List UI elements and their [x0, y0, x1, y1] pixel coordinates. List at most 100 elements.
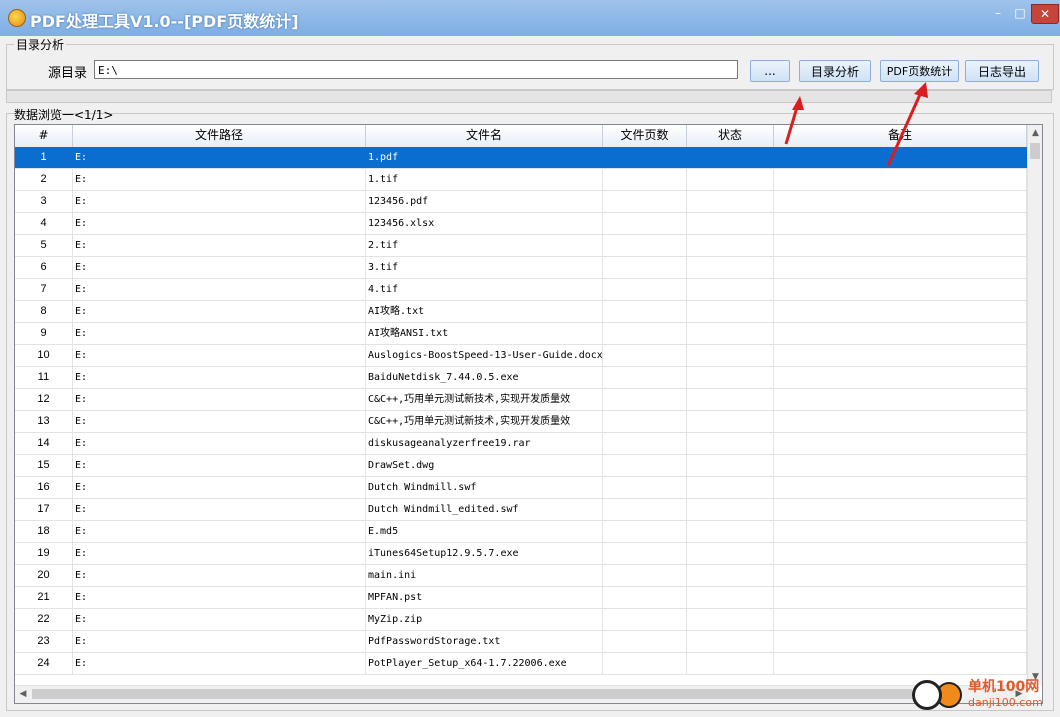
vertical-scrollbar[interactable]: ▲ ▼	[1027, 125, 1042, 685]
cell-filename: 123456.pdf	[366, 191, 603, 212]
data-browse-legend: 数据浏览一<1/1>	[14, 108, 114, 122]
horizontal-scroll-thumb[interactable]	[32, 689, 912, 699]
cell-pages	[603, 323, 687, 344]
cell-path: E:	[73, 191, 366, 212]
cell-path: E:	[73, 587, 366, 608]
cell-path: E:	[73, 323, 366, 344]
cell-path: E:	[73, 565, 366, 586]
cell-path: E:	[73, 301, 366, 322]
table-row[interactable]: 16 E: Dutch Windmill.swf	[15, 477, 1027, 499]
cell-index: 13	[15, 411, 73, 432]
cell-index: 4	[15, 213, 73, 234]
table-body: 1 E: 1.pdf 2 E: 1.tif 3 E: 123456.pdf 4 E: 123456.x…	[15, 147, 1027, 675]
cell-status	[687, 301, 774, 322]
cell-remark	[774, 631, 1027, 652]
table-row[interactable]: 21 E: MPFAN.pst	[15, 587, 1027, 609]
close-icon: ✕	[1039, 7, 1051, 21]
table-row[interactable]: 6 E: 3.tif	[15, 257, 1027, 279]
cell-remark	[774, 389, 1027, 410]
table-row[interactable]: 9 E: AI攻略ANSI.txt	[15, 323, 1027, 345]
cell-path: E:	[73, 257, 366, 278]
cell-pages	[603, 609, 687, 630]
cell-pages	[603, 631, 687, 652]
table-row[interactable]: 13 E: C&C++,巧用单元测试新技术,实现开发质量效	[15, 411, 1027, 433]
cell-status	[687, 455, 774, 476]
cell-pages	[603, 169, 687, 190]
table-row[interactable]: 5 E: 2.tif	[15, 235, 1027, 257]
table-row[interactable]: 2 E: 1.tif	[15, 169, 1027, 191]
scroll-left-icon[interactable]: ◀	[15, 686, 31, 703]
table-row[interactable]: 11 E: BaiduNetdisk_7.44.0.5.exe	[15, 367, 1027, 389]
cell-status	[687, 147, 774, 168]
title-bar: PDF处理工具V1.0--[PDF页数统计] – □ ✕	[0, 0, 1060, 36]
cell-filename: 4.tif	[366, 279, 603, 300]
log-export-button[interactable]: 日志导出	[965, 60, 1039, 82]
cell-path: E:	[73, 455, 366, 476]
cell-path: E:	[73, 609, 366, 630]
cell-index: 2	[15, 169, 73, 190]
column-header-remark[interactable]: 备注	[774, 125, 1027, 147]
cell-path: E:	[73, 235, 366, 256]
table-row[interactable]: 18 E: E.md5	[15, 521, 1027, 543]
cell-path: E:	[73, 631, 366, 652]
cell-path: E:	[73, 543, 366, 564]
cell-filename: 1.pdf	[366, 147, 603, 168]
minimize-button[interactable]: –	[987, 4, 1009, 22]
maximize-button[interactable]: □	[1009, 4, 1031, 22]
window-title: PDF处理工具V1.0--[PDF页数统计]	[30, 12, 299, 31]
source-directory-input[interactable]: E:\	[94, 60, 738, 79]
table-row[interactable]: 23 E: PdfPasswordStorage.txt	[15, 631, 1027, 653]
column-header-index[interactable]: #	[15, 125, 73, 147]
column-header-path[interactable]: 文件路径	[73, 125, 366, 147]
close-button[interactable]: ✕	[1031, 4, 1059, 24]
browse-button[interactable]: ...	[750, 60, 790, 82]
cell-filename: MPFAN.pst	[366, 587, 603, 608]
cell-pages	[603, 543, 687, 564]
cell-status	[687, 565, 774, 586]
cell-status	[687, 653, 774, 674]
table-row[interactable]: 15 E: DrawSet.dwg	[15, 455, 1027, 477]
cell-filename: 1.tif	[366, 169, 603, 190]
table-row[interactable]: 8 E: AI攻略.txt	[15, 301, 1027, 323]
cell-pages	[603, 499, 687, 520]
table-row[interactable]: 19 E: iTunes64Setup12.9.5.7.exe	[15, 543, 1027, 565]
table-row[interactable]: 20 E: main.ini	[15, 565, 1027, 587]
directory-analyze-button[interactable]: 目录分析	[799, 60, 871, 82]
scroll-up-icon[interactable]: ▲	[1028, 125, 1042, 141]
cell-pages	[603, 653, 687, 674]
cell-remark	[774, 279, 1027, 300]
column-header-pages[interactable]: 文件页数	[603, 125, 687, 147]
cell-path: E:	[73, 389, 366, 410]
table-row[interactable]: 10 E: Auslogics-BoostSpeed-13-User-Guide.d…	[15, 345, 1027, 367]
table-row[interactable]: 24 E: PotPlayer_Setup_x64-1.7.22006.exe	[15, 653, 1027, 675]
vertical-scroll-thumb[interactable]	[1030, 143, 1040, 159]
table-row[interactable]: 22 E: MyZip.zip	[15, 609, 1027, 631]
cell-pages	[603, 433, 687, 454]
table-row[interactable]: 4 E: 123456.xlsx	[15, 213, 1027, 235]
cell-remark	[774, 367, 1027, 388]
cell-path: E:	[73, 367, 366, 388]
cell-remark	[774, 587, 1027, 608]
table-row[interactable]: 3 E: 123456.pdf	[15, 191, 1027, 213]
cell-index: 19	[15, 543, 73, 564]
cell-pages	[603, 565, 687, 586]
cell-filename: AI攻略.txt	[366, 301, 603, 322]
column-header-status[interactable]: 状态	[687, 125, 774, 147]
cell-path: E:	[73, 521, 366, 542]
cell-status	[687, 345, 774, 366]
column-header-filename[interactable]: 文件名	[366, 125, 603, 147]
cell-remark	[774, 235, 1027, 256]
cell-pages	[603, 345, 687, 366]
cell-remark	[774, 653, 1027, 674]
table-row[interactable]: 12 E: C&C++,巧用单元测试新技术,实现开发质量效	[15, 389, 1027, 411]
table-row[interactable]: 7 E: 4.tif	[15, 279, 1027, 301]
table-row[interactable]: 17 E: Dutch Windmill_edited.swf	[15, 499, 1027, 521]
watermark-title: 单机100网	[968, 679, 1040, 695]
watermark-subtitle: danji100.com	[968, 696, 1043, 709]
table-row[interactable]: 1 E: 1.pdf	[15, 147, 1027, 169]
cell-remark	[774, 543, 1027, 564]
horizontal-scrollbar[interactable]: ◀ ▶	[15, 685, 1027, 703]
cell-remark	[774, 169, 1027, 190]
table-row[interactable]: 14 E: diskusageanalyzerfree19.rar	[15, 433, 1027, 455]
pdf-page-count-button[interactable]: PDF页数统计	[880, 60, 959, 82]
